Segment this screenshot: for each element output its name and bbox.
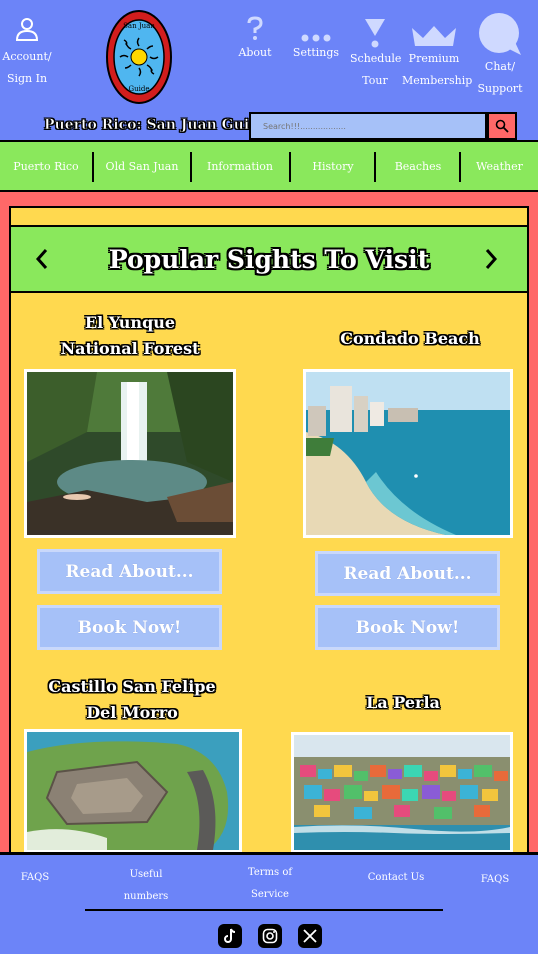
carousel-next-button[interactable]	[473, 240, 509, 278]
sight-title-la-perla: La Perla	[366, 693, 440, 712]
x-icon	[303, 929, 317, 943]
sight-title-el-yunque: El Yunque National Forest	[30, 310, 230, 362]
nav-item-puerto-rico[interactable]: Puerto Rico	[0, 142, 92, 190]
chat-support-label: Chat/ Support	[477, 60, 523, 95]
footer-terms-of-service-link[interactable]: Terms of Service	[234, 862, 306, 906]
crown-icon	[412, 26, 456, 46]
search-button[interactable]	[487, 112, 517, 140]
footer-contact-us-link[interactable]: Contact Us	[360, 867, 432, 889]
beach-image	[306, 372, 510, 535]
nav-item-old-san-juan[interactable]: Old San Juan	[94, 142, 190, 190]
schedule-tour-button[interactable]: Schedule Tour	[350, 18, 402, 92]
premium-membership-label: Premium Membership	[402, 52, 473, 87]
sight-title-line: Del Morro	[86, 703, 178, 722]
carousel-title: Popular Sights To Visit	[108, 244, 430, 274]
search-icon	[495, 119, 509, 133]
site-title: Puerto Rico: San Juan Guide	[44, 117, 268, 134]
search-input[interactable]	[251, 114, 485, 139]
about-label: About	[238, 46, 272, 59]
x-link[interactable]	[298, 924, 322, 948]
read-about-el-yunque-button[interactable]: Read About...	[37, 549, 222, 594]
chevron-left-icon	[35, 249, 48, 269]
sight-photo-el-yunque[interactable]	[24, 369, 236, 538]
sight-title-line: National Forest	[60, 339, 200, 358]
waterfall-image	[27, 372, 233, 535]
settings-label: Settings	[292, 46, 340, 59]
chat-bubble-icon	[479, 13, 521, 55]
account-signin-label: Account/ Sign In	[2, 50, 52, 85]
chevron-right-icon	[485, 249, 498, 269]
sight-title-condado-beach: Condado Beach	[340, 329, 480, 348]
schedule-tour-label: Schedule Tour	[350, 52, 402, 87]
footer-useful-numbers-link[interactable]: Useful numbers	[110, 864, 182, 908]
sight-photo-condado-beach[interactable]	[303, 369, 513, 538]
colorful-houses-image	[294, 735, 510, 850]
book-now-el-yunque-button[interactable]: Book Now!	[37, 605, 222, 650]
logo-bottom-text: Guide	[129, 85, 150, 93]
tiktok-link[interactable]	[218, 924, 242, 948]
sight-photo-castillo-san-felipe[interactable]	[24, 729, 242, 853]
about-button[interactable]: About	[232, 16, 278, 64]
account-signin-button[interactable]: Account/ Sign In	[2, 16, 52, 90]
nav-item-information[interactable]: Information	[192, 142, 288, 190]
carousel-prev-button[interactable]	[24, 240, 60, 278]
nav-item-history[interactable]: History	[291, 142, 375, 190]
nav-item-beaches[interactable]: Beaches	[376, 142, 460, 190]
read-about-condado-beach-button[interactable]: Read About...	[315, 551, 500, 596]
sight-title-castillo-san-felipe: Castillo San Felipe Del Morro	[22, 674, 242, 726]
instagram-link[interactable]	[258, 924, 282, 948]
dots-icon	[301, 34, 331, 42]
person-icon	[15, 18, 39, 41]
fortress-image	[27, 732, 239, 850]
tiktok-icon	[224, 928, 236, 943]
footer-divider	[85, 909, 443, 911]
sight-title-line: Castillo San Felipe	[48, 677, 216, 696]
site-logo[interactable]: San Juan Guide	[106, 10, 172, 104]
search-bar[interactable]	[249, 112, 487, 140]
sight-photo-la-perla[interactable]	[291, 732, 513, 853]
footer-faqs-link[interactable]: FAQS	[8, 867, 62, 889]
main-nav: Puerto Rico Old San Juan Information His…	[0, 140, 538, 192]
book-now-condado-beach-button[interactable]: Book Now!	[315, 605, 500, 650]
settings-button[interactable]: Settings	[292, 16, 340, 64]
header: Account/ Sign In San Juan Guide About Se…	[0, 0, 538, 140]
logo-emblem: San Juan Guide	[106, 10, 172, 104]
sight-title-line: El Yunque	[84, 313, 176, 332]
premium-membership-button[interactable]: Premium Membership	[402, 24, 473, 92]
logo-top-text: San Juan	[123, 22, 155, 30]
chat-support-button[interactable]: Chat/ Support	[474, 12, 526, 100]
hourglass-icon	[365, 19, 385, 48]
footer-faqs-link[interactable]: FAQS	[470, 869, 520, 891]
instagram-icon	[262, 928, 278, 944]
question-icon	[247, 16, 263, 40]
nav-item-weather[interactable]: Weather	[461, 142, 538, 190]
